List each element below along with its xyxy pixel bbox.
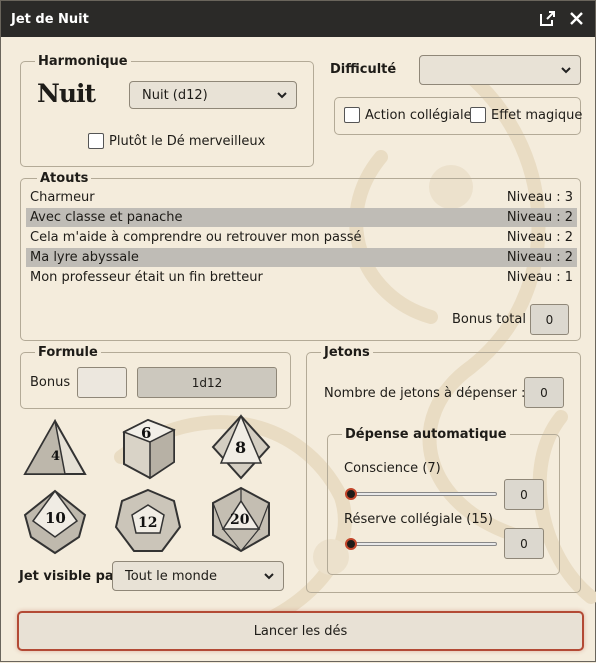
d6-label: 6 (141, 424, 151, 442)
roll-dialog: Jet de Nuit Harmonique Nuit Nuit (d12) P… (0, 0, 596, 662)
atout-name: Ma lyre abyssale (30, 250, 139, 265)
bonus-total-value[interactable]: 0 (530, 304, 569, 335)
roll-dice-button[interactable]: Lancer les dés (17, 611, 584, 651)
reserve-slider-thumb[interactable] (345, 538, 357, 550)
chevron-down-icon (561, 67, 571, 74)
d10-label: 10 (45, 509, 66, 527)
formule-legend: Formule (38, 345, 98, 360)
atouts-legend: Atouts (40, 171, 89, 186)
formule-bonus-input[interactable] (77, 367, 127, 398)
jetons-spend-label: Nombre de jetons à dépenser : (324, 386, 526, 401)
atout-row[interactable]: Ma lyre abyssale Niveau : 2 (26, 248, 577, 267)
harmonique-group: Harmonique (20, 54, 314, 167)
bonus-total-label: Bonus total (452, 312, 526, 327)
difficulte-label: Difficulté (330, 62, 397, 77)
atout-level: Niveau : 2 (506, 210, 573, 225)
atout-level: Niveau : 2 (506, 250, 573, 265)
harmonique-select[interactable]: Nuit (d12) (129, 81, 297, 109)
d12-die[interactable]: 12 (114, 487, 182, 555)
d10-die[interactable]: 10 (21, 487, 89, 555)
popout-icon[interactable] (539, 10, 556, 27)
d4-die[interactable]: 4 (21, 416, 89, 484)
auto-spend-legend: Dépense automatique (345, 427, 507, 442)
d8-label: 8 (235, 438, 246, 457)
atout-row[interactable]: Charmeur Niveau : 3 (26, 188, 577, 207)
reserve-slider[interactable] (346, 542, 497, 546)
conscience-slider[interactable] (346, 492, 497, 496)
atout-name: Cela m'aide à comprendre ou retrouver mo… (30, 230, 362, 245)
d8-die[interactable]: 8 (207, 413, 275, 481)
de-merveilleux-label: Plutôt le Dé merveilleux (109, 134, 266, 149)
reserve-label: Réserve collégiale (15) (344, 512, 493, 527)
conscience-label: Conscience (7) (344, 461, 441, 476)
formule-value: 1d12 (137, 367, 277, 398)
effet-magique-label: Effet magique (491, 108, 583, 123)
reserve-value[interactable]: 0 (504, 528, 544, 559)
close-icon[interactable] (568, 10, 585, 27)
jetons-legend: Jetons (324, 345, 370, 360)
atout-level: Niveau : 2 (506, 230, 573, 245)
d20-label: 20 (230, 512, 250, 528)
de-merveilleux-checkbox[interactable] (88, 133, 104, 149)
atout-row[interactable]: Mon professeur était un fin bretteur Nive… (26, 268, 577, 287)
d6-die[interactable]: 6 (114, 414, 182, 482)
chevron-down-icon (277, 92, 287, 99)
effet-magique-checkbox[interactable] (470, 107, 486, 123)
title-bar: Jet de Nuit (1, 1, 595, 37)
atout-name: Charmeur (30, 190, 95, 205)
d12-label: 12 (138, 515, 157, 531)
nuit-logo: Nuit (37, 79, 96, 108)
conscience-value[interactable]: 0 (504, 479, 544, 510)
action-collegiale-label: Action collégiale (365, 108, 472, 123)
chevron-down-icon (264, 573, 274, 580)
jetons-spend-input[interactable]: 0 (524, 377, 564, 408)
difficulte-select[interactable] (419, 55, 581, 85)
action-collegiale-checkbox[interactable] (344, 107, 360, 123)
d20-die[interactable]: 20 (207, 485, 275, 553)
formule-bonus-label: Bonus (30, 375, 71, 390)
harmonique-legend: Harmonique (38, 54, 128, 69)
window-title: Jet de Nuit (11, 11, 89, 27)
atout-level: Niveau : 3 (506, 190, 573, 205)
visibility-select-value: Tout le monde (125, 568, 218, 584)
harmonique-select-value: Nuit (d12) (142, 87, 208, 103)
d4-label: 4 (51, 449, 60, 464)
visibility-select[interactable]: Tout le monde (112, 561, 284, 591)
atout-name: Mon professeur était un fin bretteur (30, 270, 263, 285)
conscience-slider-thumb[interactable] (345, 488, 357, 500)
atout-row[interactable]: Avec classe et panache Niveau : 2 (26, 208, 577, 227)
visibility-label: Jet visible par (19, 569, 121, 584)
atout-level: Niveau : 1 (506, 270, 573, 285)
atout-name: Avec classe et panache (30, 210, 183, 225)
atout-row[interactable]: Cela m'aide à comprendre ou retrouver mo… (26, 228, 577, 247)
